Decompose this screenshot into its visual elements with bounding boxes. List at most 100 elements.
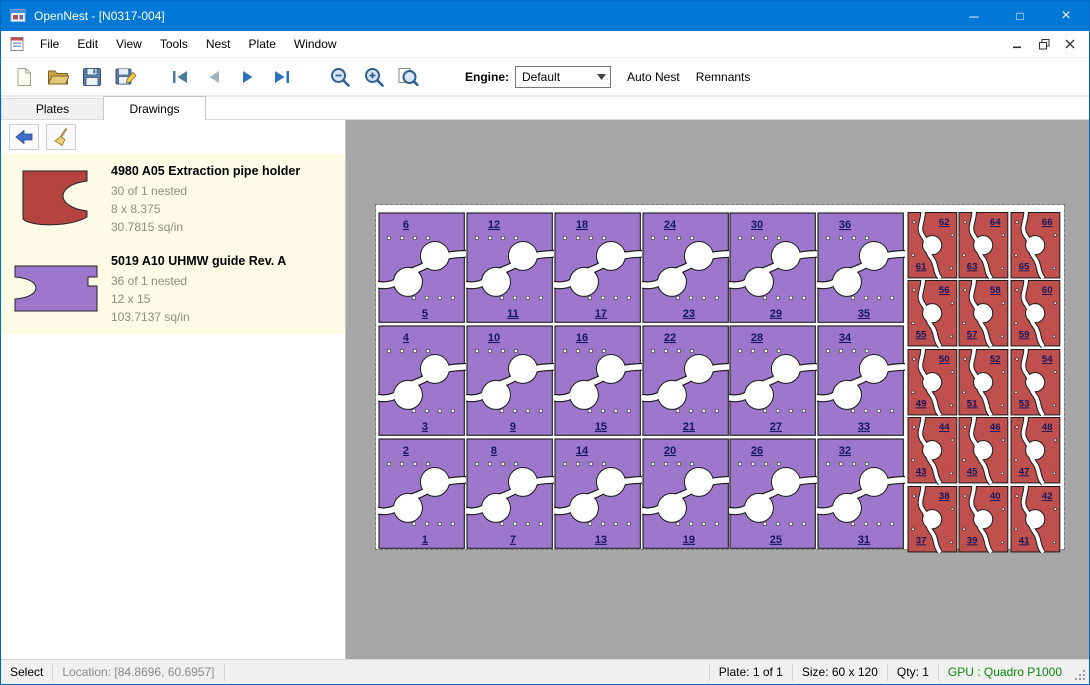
mdi-close-button[interactable] [1059, 34, 1081, 54]
next-plate-button[interactable] [231, 61, 265, 93]
nest-canvas[interactable]: 6 5 12 11 18 17 24 23 30 29 36 35 4 3 [346, 120, 1089, 659]
minimize-button[interactable]: ─ [951, 1, 997, 31]
nested-pair-pipe-holder[interactable]: 54 53 [1010, 348, 1061, 416]
nested-pair-pipe-holder[interactable]: 42 41 [1010, 485, 1061, 553]
toolbar: Engine: Default Auto Nest Remnants [1, 58, 1089, 96]
svg-text:20: 20 [663, 445, 675, 457]
nested-pair-guide[interactable]: 36 35 [817, 211, 905, 324]
status-bar: Select Location: [84.8696, 60.6957] Plat… [1, 659, 1089, 684]
menu-window[interactable]: Window [285, 31, 346, 57]
nest-pair-svg: 24 23 [642, 211, 730, 324]
nested-pair-guide[interactable]: 34 33 [817, 324, 905, 437]
open-button[interactable] [41, 61, 75, 93]
nest-pair-svg: 8 7 [466, 437, 554, 550]
nested-pair-pipe-holder[interactable]: 56 55 [907, 279, 958, 347]
nested-pair-guide[interactable]: 20 19 [642, 437, 730, 550]
nested-pair-guide[interactable]: 30 29 [729, 211, 817, 324]
nested-pair-guide[interactable]: 10 9 [466, 324, 554, 437]
clean-button[interactable] [46, 124, 76, 150]
zoom-in-button[interactable] [357, 61, 391, 93]
mdi-restore-button[interactable] [1033, 34, 1055, 54]
nested-pair-guide[interactable]: 4 3 [378, 324, 466, 437]
svg-text:64: 64 [990, 217, 1001, 228]
nested-pair-guide[interactable]: 24 23 [642, 211, 730, 324]
maximize-button[interactable]: □ [997, 1, 1043, 31]
nested-pair-pipe-holder[interactable]: 60 59 [1010, 279, 1061, 347]
engine-label: Engine: [465, 70, 509, 84]
blue-left-arrow-icon [14, 128, 34, 146]
close-button[interactable]: × [1043, 1, 1089, 31]
nested-pair-pipe-holder[interactable]: 38 37 [907, 485, 958, 553]
nested-pair-guide[interactable]: 14 13 [554, 437, 642, 550]
nested-pair-guide[interactable]: 22 21 [642, 324, 730, 437]
chevron-down-icon[interactable] [593, 67, 610, 87]
mdi-minimize-button[interactable] [1007, 34, 1029, 54]
nested-pair-pipe-holder[interactable]: 58 57 [958, 279, 1009, 347]
menu-plate[interactable]: Plate [240, 31, 285, 57]
svg-text:38: 38 [939, 491, 950, 502]
nested-pair-pipe-holder[interactable]: 52 51 [958, 348, 1009, 416]
last-plate-button[interactable] [265, 61, 299, 93]
menu-file[interactable]: File [31, 31, 68, 57]
nested-pair-guide[interactable]: 32 31 [817, 437, 905, 550]
nest-pair-svg: 18 17 [554, 211, 642, 324]
nested-pair-guide[interactable]: 18 17 [554, 211, 642, 324]
first-plate-button[interactable] [163, 61, 197, 93]
svg-text:30: 30 [751, 219, 763, 231]
zoom-out-button[interactable] [323, 61, 357, 93]
tab-drawings[interactable]: Drawings [103, 96, 206, 120]
nested-pair-guide[interactable]: 8 7 [466, 437, 554, 550]
nested-pair-pipe-holder[interactable]: 50 49 [907, 348, 958, 416]
nest-pair-svg: 60 59 [1010, 279, 1061, 347]
save-as-button[interactable] [109, 61, 143, 93]
svg-text:22: 22 [663, 332, 675, 344]
svg-text:10: 10 [488, 332, 500, 344]
nested-pair-guide[interactable]: 2 1 [378, 437, 466, 550]
zoom-fit-button[interactable] [391, 61, 425, 93]
menu-nest[interactable]: Nest [197, 31, 240, 57]
last-arrow-icon [272, 67, 292, 87]
svg-text:40: 40 [990, 491, 1001, 502]
nested-pair-pipe-holder[interactable]: 46 45 [958, 416, 1009, 484]
engine-select[interactable]: Default [515, 66, 611, 88]
nested-pair-pipe-holder[interactable]: 44 43 [907, 416, 958, 484]
nested-pair-pipe-holder[interactable]: 66 65 [1010, 211, 1061, 279]
nested-pair-guide[interactable]: 28 27 [729, 324, 817, 437]
nested-pair-guide[interactable]: 6 5 [378, 211, 466, 324]
nested-pair-guide[interactable]: 12 11 [466, 211, 554, 324]
resize-grip[interactable] [1071, 660, 1089, 684]
nested-pair-pipe-holder[interactable]: 62 61 [907, 211, 958, 279]
nest-pair-svg: 50 49 [907, 348, 958, 416]
list-item-extraction-pipe-holder[interactable]: 4980 A05 Extraction pipe holder 30 of 1 … [1, 154, 345, 244]
list-item-uhmw-guide[interactable]: 5019 A10 UHMW guide Rev. A 36 of 1 neste… [1, 244, 345, 334]
menu-edit[interactable]: Edit [68, 31, 107, 57]
save-button[interactable] [75, 61, 109, 93]
previous-plate-button[interactable] [197, 61, 231, 93]
tab-plates[interactable]: Plates [1, 98, 104, 119]
svg-text:61: 61 [916, 261, 927, 272]
part-thumbnail-red [5, 161, 105, 236]
plate[interactable]: 6 5 12 11 18 17 24 23 30 29 36 35 4 3 [376, 205, 1064, 549]
nest-pair-svg: 62 61 [907, 211, 958, 279]
menu-view[interactable]: View [107, 31, 151, 57]
new-button[interactable] [7, 61, 41, 93]
nested-pair-pipe-holder[interactable]: 40 39 [958, 485, 1009, 553]
nested-pair-pipe-holder[interactable]: 48 47 [1010, 416, 1061, 484]
nest-pair-svg: 32 31 [817, 437, 905, 550]
svg-text:47: 47 [1018, 467, 1029, 478]
svg-text:12: 12 [488, 219, 500, 231]
svg-text:27: 27 [770, 421, 782, 433]
svg-text:48: 48 [1042, 422, 1053, 433]
auto-nest-button[interactable]: Auto Nest [627, 70, 680, 84]
first-arrow-icon [170, 67, 190, 87]
nested-pair-pipe-holder[interactable]: 64 63 [958, 211, 1009, 279]
previous-arrow-icon [204, 67, 224, 87]
nested-pair-guide[interactable]: 16 15 [554, 324, 642, 437]
svg-text:17: 17 [594, 308, 606, 320]
menu-tools[interactable]: Tools [151, 31, 197, 57]
svg-text:45: 45 [967, 467, 978, 478]
flip-part-button[interactable] [9, 124, 39, 150]
remnants-button[interactable]: Remnants [696, 70, 751, 84]
svg-text:1: 1 [422, 533, 428, 545]
nested-pair-guide[interactable]: 26 25 [729, 437, 817, 550]
